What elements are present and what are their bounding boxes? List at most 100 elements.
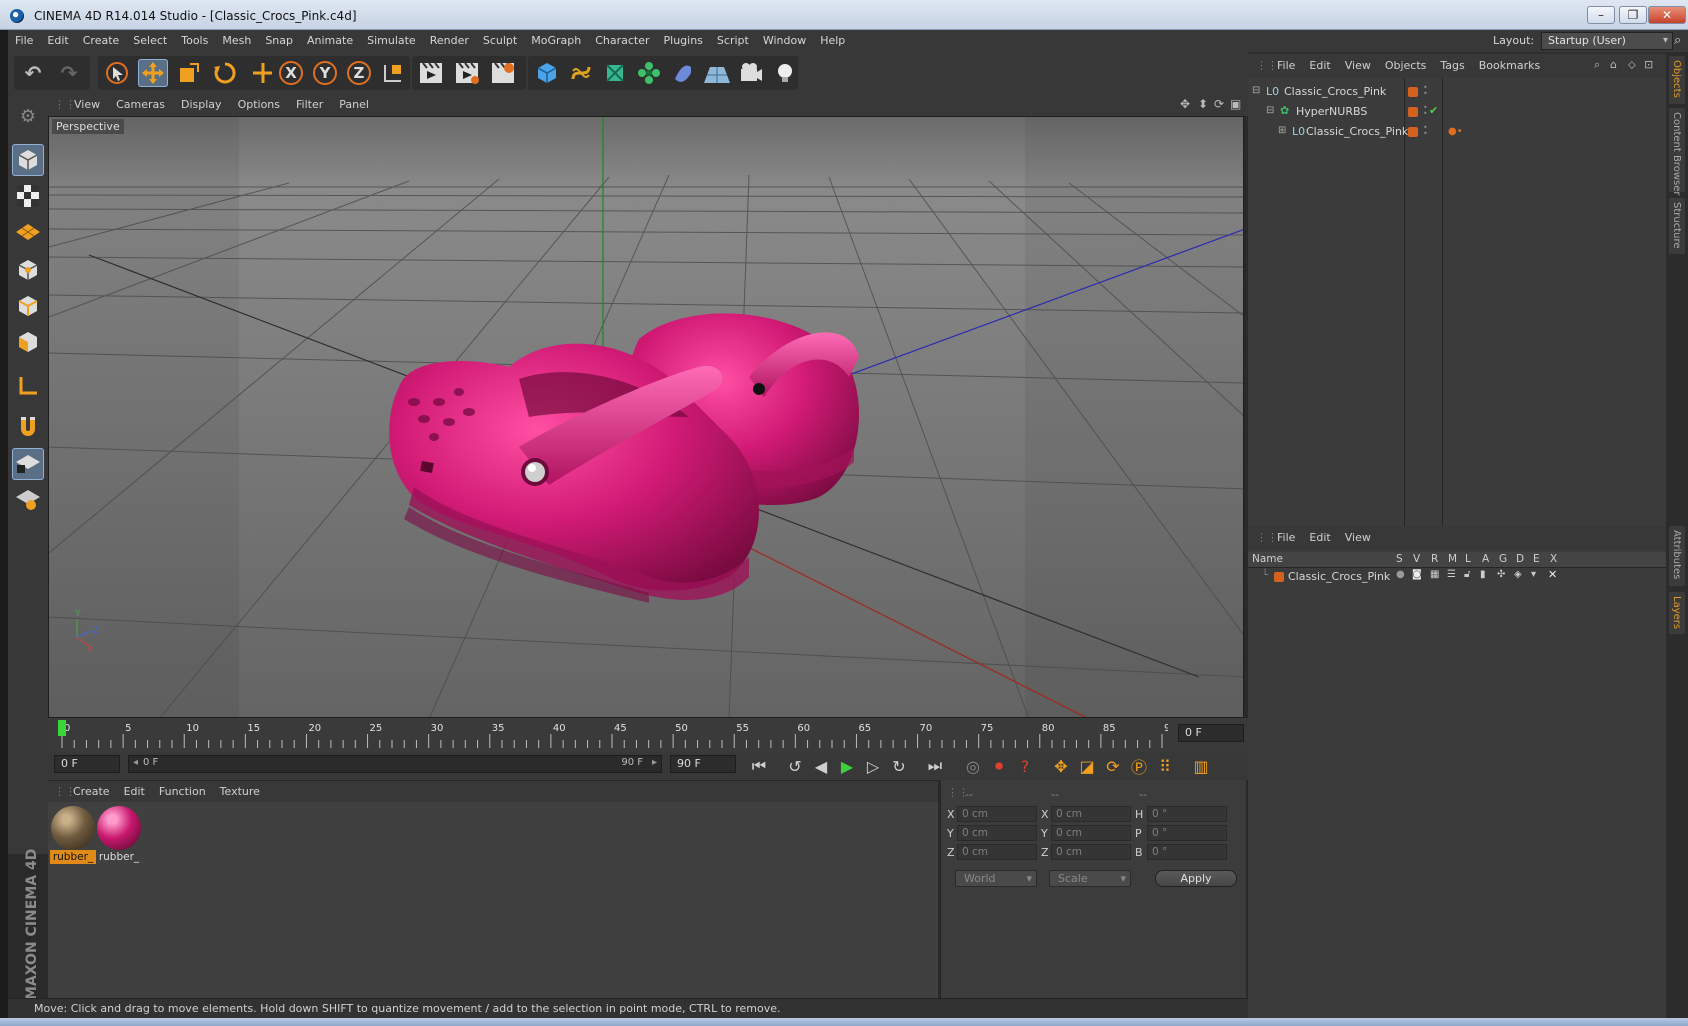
- tab-objects[interactable]: Objects: [1669, 56, 1685, 104]
- menu-create[interactable]: Create: [76, 30, 127, 52]
- apply-button[interactable]: Apply: [1155, 870, 1237, 887]
- lm-menu-view[interactable]: View: [1338, 526, 1378, 550]
- om-menu-objects[interactable]: Objects: [1378, 54, 1434, 78]
- new-manager-icon[interactable]: ⊡: [1644, 58, 1653, 71]
- menu-script[interactable]: Script: [710, 30, 756, 52]
- frame-range-slider[interactable]: ◂ 0 F 90 F ▸: [128, 755, 662, 773]
- om-menu-tags[interactable]: Tags: [1433, 54, 1471, 78]
- search-icon[interactable]: ⌕: [1674, 33, 1681, 48]
- menu-select[interactable]: Select: [126, 30, 174, 52]
- next-frame-icon[interactable]: ▷: [860, 754, 886, 778]
- viewport-maximize-icon[interactable]: ▣: [1230, 97, 1241, 111]
- render-picture-viewer-icon[interactable]: [452, 59, 482, 87]
- render-view-icon[interactable]: [416, 59, 446, 87]
- redo-icon[interactable]: ↷: [54, 59, 84, 87]
- size-x-field[interactable]: 0 cm: [1051, 806, 1131, 822]
- array-icon[interactable]: [634, 59, 664, 87]
- layer-color-swatch[interactable]: [1274, 572, 1284, 582]
- timeline-ruler[interactable]: 051015202530354045505560657075808590: [48, 718, 1248, 752]
- generator-toggle-icon[interactable]: ✣: [1497, 569, 1505, 580]
- nurbs-icon[interactable]: [600, 59, 630, 87]
- vp-menu-panel[interactable]: Panel: [331, 94, 377, 116]
- collapse-icon[interactable]: ⬦: [1628, 58, 1636, 72]
- record-scale-icon[interactable]: ◪: [1074, 754, 1100, 778]
- size-y-field[interactable]: 0 cm: [1051, 825, 1131, 841]
- tab-structure[interactable]: Structure: [1669, 198, 1685, 254]
- polygons-mode-icon[interactable]: [12, 326, 44, 358]
- menu-animate[interactable]: Animate: [300, 30, 360, 52]
- mat-menu-create[interactable]: Create: [66, 781, 117, 803]
- rot-p-field[interactable]: 0 °: [1147, 825, 1227, 841]
- menu-tools[interactable]: Tools: [174, 30, 215, 52]
- camera-icon[interactable]: [736, 59, 766, 87]
- layer-color-swatch[interactable]: [1408, 107, 1418, 117]
- pos-x-field[interactable]: 0 cm: [957, 806, 1037, 822]
- texture-mode-icon[interactable]: [12, 180, 44, 212]
- next-key-icon[interactable]: ↻: [886, 754, 912, 778]
- object-row[interactable]: ⊟ L0 Classic_Crocs_Pink • •: [1248, 82, 1666, 102]
- enabled-check-icon[interactable]: ✔: [1429, 104, 1438, 117]
- size-mode-select[interactable]: Scale: [1049, 870, 1131, 887]
- viewport-rotate-icon[interactable]: ⟳: [1214, 97, 1224, 111]
- record-rotation-icon[interactable]: ⟳: [1100, 754, 1126, 778]
- deformer-icon[interactable]: [668, 59, 698, 87]
- end-frame-field[interactable]: 90 F: [670, 755, 736, 773]
- material-rubber-brown[interactable]: rubber_: [50, 806, 96, 864]
- undo-icon[interactable]: ↶: [18, 59, 48, 87]
- model-mode-icon[interactable]: [12, 144, 44, 176]
- home-icon[interactable]: ⌂: [1610, 58, 1617, 71]
- restore-button[interactable]: ❐: [1619, 6, 1647, 24]
- menu-mograph[interactable]: MoGraph: [524, 30, 588, 52]
- om-menu-view[interactable]: View: [1338, 54, 1378, 78]
- record-parameter-icon[interactable]: Ⓟ: [1126, 754, 1152, 778]
- record-keys-icon[interactable]: ◎: [960, 754, 986, 778]
- menu-snap[interactable]: Snap: [258, 30, 300, 52]
- om-menu-edit[interactable]: Edit: [1302, 54, 1337, 78]
- go-to-end-icon[interactable]: ⏭: [922, 754, 948, 778]
- perspective-viewport[interactable]: Y Z X Perspective: [48, 116, 1244, 718]
- render-settings-icon[interactable]: [488, 59, 518, 87]
- visibility-dots-icon[interactable]: • •: [1423, 84, 1429, 98]
- xref-toggle-icon[interactable]: ✕: [1548, 568, 1557, 581]
- live-selection-icon[interactable]: [102, 59, 132, 87]
- axis-mode-icon[interactable]: [12, 370, 44, 402]
- rotate-icon[interactable]: [210, 59, 240, 87]
- viewport-zoom-icon[interactable]: ⬍: [1198, 97, 1208, 111]
- material-tag-icon[interactable]: ●•: [1448, 126, 1463, 137]
- cube-icon[interactable]: [532, 59, 562, 87]
- menu-edit[interactable]: Edit: [40, 30, 75, 52]
- animation-toggle-icon[interactable]: ▮: [1480, 569, 1486, 580]
- mat-menu-texture[interactable]: Texture: [213, 781, 267, 803]
- planar-workplane-icon[interactable]: [12, 484, 44, 516]
- keyframe-selection-icon[interactable]: ?: [1012, 754, 1038, 778]
- coordinate-mode-select[interactable]: World: [955, 870, 1037, 887]
- coordinate-system-icon[interactable]: [378, 59, 408, 87]
- expand-toggle-icon[interactable]: ⊟: [1252, 85, 1260, 96]
- vp-menu-options[interactable]: Options: [230, 94, 288, 116]
- pos-y-field[interactable]: 0 cm: [957, 825, 1037, 841]
- vp-menu-display[interactable]: Display: [173, 94, 230, 116]
- menu-sculpt[interactable]: Sculpt: [476, 30, 524, 52]
- expand-toggle-icon[interactable]: ⊟: [1266, 105, 1274, 116]
- points-mode-icon[interactable]: [12, 254, 44, 286]
- menu-render[interactable]: Render: [423, 30, 476, 52]
- record-position-icon[interactable]: ✥: [1048, 754, 1074, 778]
- menu-file[interactable]: File: [8, 30, 40, 52]
- expand-toggle-icon[interactable]: ⊞: [1278, 125, 1286, 136]
- z-axis-lock-icon[interactable]: Z: [344, 59, 374, 87]
- tab-layers[interactable]: Layers: [1669, 592, 1685, 634]
- y-axis-lock-icon[interactable]: Y: [310, 59, 340, 87]
- menu-mesh[interactable]: Mesh: [215, 30, 258, 52]
- visibility-dots-icon[interactable]: • •: [1423, 124, 1429, 138]
- menu-help[interactable]: Help: [813, 30, 852, 52]
- deformer-toggle-icon[interactable]: ◈: [1514, 569, 1522, 580]
- vp-menu-filter[interactable]: Filter: [288, 94, 331, 116]
- material-rubber-pink[interactable]: rubber_: [96, 806, 142, 864]
- rot-b-field[interactable]: 0 °: [1147, 844, 1227, 860]
- playhead[interactable]: [58, 720, 66, 736]
- solo-toggle-icon[interactable]: ●: [1396, 569, 1405, 580]
- viewport-pan-icon[interactable]: ✥: [1180, 97, 1190, 111]
- magnet-icon[interactable]: [12, 410, 44, 442]
- timeline-window-icon[interactable]: ▥: [1188, 754, 1214, 778]
- previous-frame-icon[interactable]: ◀: [808, 754, 834, 778]
